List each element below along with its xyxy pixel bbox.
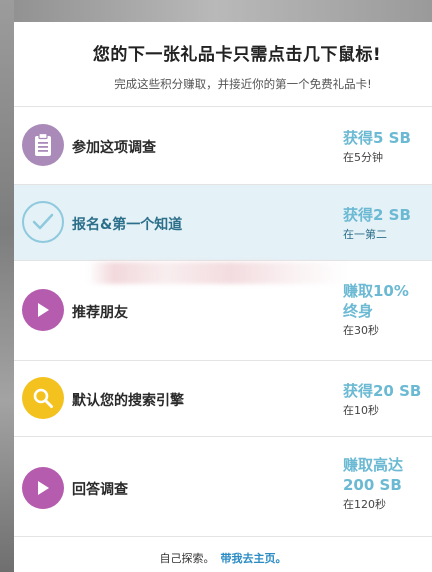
reward-time: 在120秒 — [343, 498, 386, 511]
reward-amount-line2: 200 SB — [343, 476, 402, 494]
panel-subtitle: 完成这些积分赚取，并接近你的第一个免费礼品卡! — [114, 77, 372, 91]
reward-time: 在10秒 — [343, 404, 379, 417]
reward-amount: 获得2 SB — [343, 206, 411, 224]
offer-reward: 获得20 SB 在10秒 — [343, 381, 431, 418]
checkmark-icon — [22, 201, 64, 243]
reward-amount-line1: 赚取高达 — [343, 456, 404, 474]
reward-time: 在一第二 — [343, 228, 387, 241]
offer-row-answer-survey[interactable]: 回答调查 赚取高达 200 SB 在120秒 — [14, 436, 432, 536]
reward-amount: 获得5 SB — [343, 129, 411, 147]
play-icon — [22, 289, 64, 331]
offer-label: 参加这项调查 — [72, 140, 156, 156]
offer-reward: 赚取高达 200 SB 在120秒 — [343, 455, 431, 512]
offer-label: 报名&第一个知道 — [72, 217, 183, 233]
reward-amount: 获得20 SB — [343, 382, 422, 400]
offer-reward: 获得5 SB 在5分钟 — [343, 128, 431, 165]
footer-text: 自己探索。 — [159, 552, 215, 565]
offer-row-signup[interactable]: 报名&第一个知道 获得2 SB 在一第二 — [14, 184, 432, 260]
offer-label: 回答调查 — [72, 482, 128, 498]
reward-time: 在30秒 — [343, 324, 379, 337]
background-top — [0, 0, 432, 22]
panel-footer: 自己探索。 带我去主页。 — [14, 536, 432, 572]
offer-row-survey[interactable]: 参加这项调查 获得5 SB 在5分钟 — [14, 106, 432, 184]
background-left — [0, 0, 14, 572]
offer-reward: 获得2 SB 在一第二 — [343, 205, 431, 242]
play-icon — [22, 467, 64, 509]
offer-reward: 赚取10% 终身 在30秒 — [343, 281, 431, 338]
offer-label: 推荐朋友 — [72, 305, 128, 321]
reward-amount-line2: 终身 — [343, 302, 374, 320]
search-icon — [22, 377, 64, 419]
offer-label: 默认您的搜索引擎 — [72, 393, 184, 409]
clipboard-icon — [22, 124, 64, 166]
offers-panel: 您的下一张礼品卡只需点击几下鼠标! 完成这些积分赚取，并接近你的第一个免费礼品卡… — [14, 22, 432, 572]
reward-amount-line1: 赚取10% — [343, 282, 409, 300]
offer-row-search-engine[interactable]: 默认您的搜索引擎 获得20 SB 在10秒 — [14, 360, 432, 436]
panel-header: 您的下一张礼品卡只需点击几下鼠标! 完成这些积分赚取，并接近你的第一个免费礼品卡… — [14, 22, 432, 106]
reward-time: 在5分钟 — [343, 151, 383, 164]
homepage-link[interactable]: 带我去主页。 — [221, 552, 287, 565]
panel-title: 您的下一张礼品卡只需点击几下鼠标! — [92, 45, 382, 65]
blurred-overlay — [88, 262, 348, 284]
